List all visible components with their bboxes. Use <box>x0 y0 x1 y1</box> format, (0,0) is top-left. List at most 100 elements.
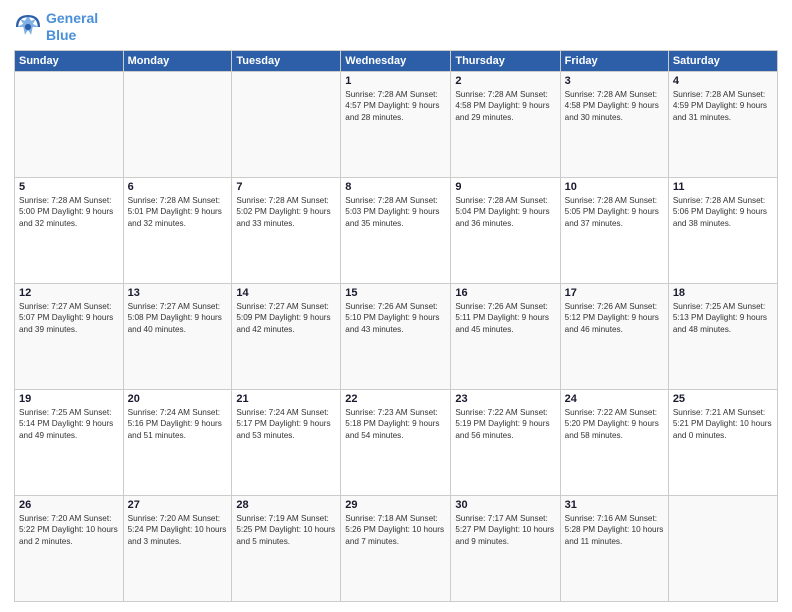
day-number: 1 <box>345 75 446 87</box>
day-number: 7 <box>236 181 336 193</box>
weekday-header-friday: Friday <box>560 50 668 71</box>
day-number: 27 <box>128 499 228 511</box>
day-cell: 16Sunrise: 7:26 AM Sunset: 5:11 PM Dayli… <box>451 283 560 389</box>
day-number: 22 <box>345 393 446 405</box>
day-number: 19 <box>19 393 119 405</box>
day-detail: Sunrise: 7:21 AM Sunset: 5:21 PM Dayligh… <box>673 407 773 441</box>
day-cell <box>668 495 777 601</box>
day-detail: Sunrise: 7:25 AM Sunset: 5:13 PM Dayligh… <box>673 301 773 335</box>
week-row-4: 19 Sunrise: 7:25 AM Sunset: 5:14 PM Dayli… <box>15 389 778 495</box>
day-cell: 21 Sunrise: 7:24 AM Sunset: 5:17 PM Dayli… <box>232 389 341 495</box>
day-detail: Sunrise: 7:28 AM Sunset: 4:59 PM Dayligh… <box>673 89 773 123</box>
calendar-header: SundayMondayTuesdayWednesdayThursdayFrid… <box>15 50 778 71</box>
day-number: 11 <box>673 181 773 193</box>
calendar-body: 1Sunrise: 7:28 AM Sunset: 4:57 PM Daylig… <box>15 71 778 601</box>
logo: General Blue <box>14 10 98 44</box>
day-cell: 29Sunrise: 7:18 AM Sunset: 5:26 PM Dayli… <box>341 495 451 601</box>
week-row-1: 1Sunrise: 7:28 AM Sunset: 4:57 PM Daylig… <box>15 71 778 177</box>
day-cell: 14Sunrise: 7:27 AM Sunset: 5:09 PM Dayli… <box>232 283 341 389</box>
day-number: 25 <box>673 393 773 405</box>
weekday-header-sunday: Sunday <box>15 50 124 71</box>
day-detail: Sunrise: 7:23 AM Sunset: 5:18 PM Dayligh… <box>345 407 446 441</box>
day-cell: 4 Sunrise: 7:28 AM Sunset: 4:59 PM Daylig… <box>668 71 777 177</box>
day-detail: Sunrise: 7:28 AM Sunset: 4:58 PM Dayligh… <box>455 89 555 123</box>
day-cell: 8Sunrise: 7:28 AM Sunset: 5:03 PM Daylig… <box>341 177 451 283</box>
day-cell: 11 Sunrise: 7:28 AM Sunset: 5:06 PM Dayli… <box>668 177 777 283</box>
day-detail: Sunrise: 7:22 AM Sunset: 5:19 PM Dayligh… <box>455 407 555 441</box>
weekday-header-monday: Monday <box>123 50 232 71</box>
day-cell: 30 Sunrise: 7:17 AM Sunset: 5:27 PM Dayli… <box>451 495 560 601</box>
day-cell: 18 Sunrise: 7:25 AM Sunset: 5:13 PM Dayli… <box>668 283 777 389</box>
day-cell: 19 Sunrise: 7:25 AM Sunset: 5:14 PM Dayli… <box>15 389 124 495</box>
day-number: 18 <box>673 287 773 299</box>
day-cell: 9 Sunrise: 7:28 AM Sunset: 5:04 PM Daylig… <box>451 177 560 283</box>
day-detail: Sunrise: 7:26 AM Sunset: 5:10 PM Dayligh… <box>345 301 446 335</box>
day-cell: 20 Sunrise: 7:24 AM Sunset: 5:16 PM Dayli… <box>123 389 232 495</box>
day-number: 15 <box>345 287 446 299</box>
day-cell: 13 Sunrise: 7:27 AM Sunset: 5:08 PM Dayli… <box>123 283 232 389</box>
day-detail: Sunrise: 7:27 AM Sunset: 5:08 PM Dayligh… <box>128 301 228 335</box>
day-cell <box>123 71 232 177</box>
day-detail: Sunrise: 7:24 AM Sunset: 5:16 PM Dayligh… <box>128 407 228 441</box>
day-detail: Sunrise: 7:24 AM Sunset: 5:17 PM Dayligh… <box>236 407 336 441</box>
calendar-page: General Blue SundayMondayTuesdayWednesda… <box>0 0 792 612</box>
day-cell: 1Sunrise: 7:28 AM Sunset: 4:57 PM Daylig… <box>341 71 451 177</box>
day-number: 4 <box>673 75 773 87</box>
day-number: 17 <box>565 287 664 299</box>
day-cell: 31Sunrise: 7:16 AM Sunset: 5:28 PM Dayli… <box>560 495 668 601</box>
day-number: 24 <box>565 393 664 405</box>
day-cell: 7 Sunrise: 7:28 AM Sunset: 5:02 PM Daylig… <box>232 177 341 283</box>
day-number: 26 <box>19 499 119 511</box>
day-detail: Sunrise: 7:28 AM Sunset: 5:06 PM Dayligh… <box>673 195 773 229</box>
day-cell: 28 Sunrise: 7:19 AM Sunset: 5:25 PM Dayli… <box>232 495 341 601</box>
day-detail: Sunrise: 7:28 AM Sunset: 5:02 PM Dayligh… <box>236 195 336 229</box>
day-cell: 17Sunrise: 7:26 AM Sunset: 5:12 PM Dayli… <box>560 283 668 389</box>
day-detail: Sunrise: 7:28 AM Sunset: 5:00 PM Dayligh… <box>19 195 119 229</box>
day-cell: 2Sunrise: 7:28 AM Sunset: 4:58 PM Daylig… <box>451 71 560 177</box>
day-number: 14 <box>236 287 336 299</box>
day-cell: 6 Sunrise: 7:28 AM Sunset: 5:01 PM Daylig… <box>123 177 232 283</box>
day-cell: 27 Sunrise: 7:20 AM Sunset: 5:24 PM Dayli… <box>123 495 232 601</box>
day-number: 23 <box>455 393 555 405</box>
header: General Blue <box>14 10 778 44</box>
day-cell <box>232 71 341 177</box>
week-row-2: 5 Sunrise: 7:28 AM Sunset: 5:00 PM Daylig… <box>15 177 778 283</box>
day-cell <box>15 71 124 177</box>
day-cell: 15 Sunrise: 7:26 AM Sunset: 5:10 PM Dayli… <box>341 283 451 389</box>
day-cell: 23 Sunrise: 7:22 AM Sunset: 5:19 PM Dayli… <box>451 389 560 495</box>
day-number: 12 <box>19 287 119 299</box>
logo-icon <box>14 13 42 41</box>
day-cell: 25 Sunrise: 7:21 AM Sunset: 5:21 PM Dayli… <box>668 389 777 495</box>
day-number: 20 <box>128 393 228 405</box>
weekday-header-saturday: Saturday <box>668 50 777 71</box>
day-detail: Sunrise: 7:25 AM Sunset: 5:14 PM Dayligh… <box>19 407 119 441</box>
day-detail: Sunrise: 7:20 AM Sunset: 5:24 PM Dayligh… <box>128 513 228 547</box>
day-detail: Sunrise: 7:28 AM Sunset: 5:05 PM Dayligh… <box>565 195 664 229</box>
logo-text: General Blue <box>46 10 98 44</box>
day-detail: Sunrise: 7:28 AM Sunset: 5:03 PM Dayligh… <box>345 195 446 229</box>
day-cell: 26Sunrise: 7:20 AM Sunset: 5:22 PM Dayli… <box>15 495 124 601</box>
day-number: 6 <box>128 181 228 193</box>
day-number: 13 <box>128 287 228 299</box>
day-detail: Sunrise: 7:19 AM Sunset: 5:25 PM Dayligh… <box>236 513 336 547</box>
day-number: 5 <box>19 181 119 193</box>
day-detail: Sunrise: 7:28 AM Sunset: 5:01 PM Dayligh… <box>128 195 228 229</box>
day-cell: 3Sunrise: 7:28 AM Sunset: 4:58 PM Daylig… <box>560 71 668 177</box>
day-number: 3 <box>565 75 664 87</box>
day-number: 9 <box>455 181 555 193</box>
day-detail: Sunrise: 7:22 AM Sunset: 5:20 PM Dayligh… <box>565 407 664 441</box>
day-number: 30 <box>455 499 555 511</box>
day-cell: 12 Sunrise: 7:27 AM Sunset: 5:07 PM Dayli… <box>15 283 124 389</box>
day-detail: Sunrise: 7:17 AM Sunset: 5:27 PM Dayligh… <box>455 513 555 547</box>
weekday-header-thursday: Thursday <box>451 50 560 71</box>
day-number: 28 <box>236 499 336 511</box>
day-number: 29 <box>345 499 446 511</box>
weekday-header-tuesday: Tuesday <box>232 50 341 71</box>
day-cell: 22 Sunrise: 7:23 AM Sunset: 5:18 PM Dayli… <box>341 389 451 495</box>
day-number: 10 <box>565 181 664 193</box>
weekday-header-row: SundayMondayTuesdayWednesdayThursdayFrid… <box>15 50 778 71</box>
day-detail: Sunrise: 7:27 AM Sunset: 5:07 PM Dayligh… <box>19 301 119 335</box>
calendar-table: SundayMondayTuesdayWednesdayThursdayFrid… <box>14 50 778 602</box>
day-detail: Sunrise: 7:28 AM Sunset: 5:04 PM Dayligh… <box>455 195 555 229</box>
day-number: 21 <box>236 393 336 405</box>
